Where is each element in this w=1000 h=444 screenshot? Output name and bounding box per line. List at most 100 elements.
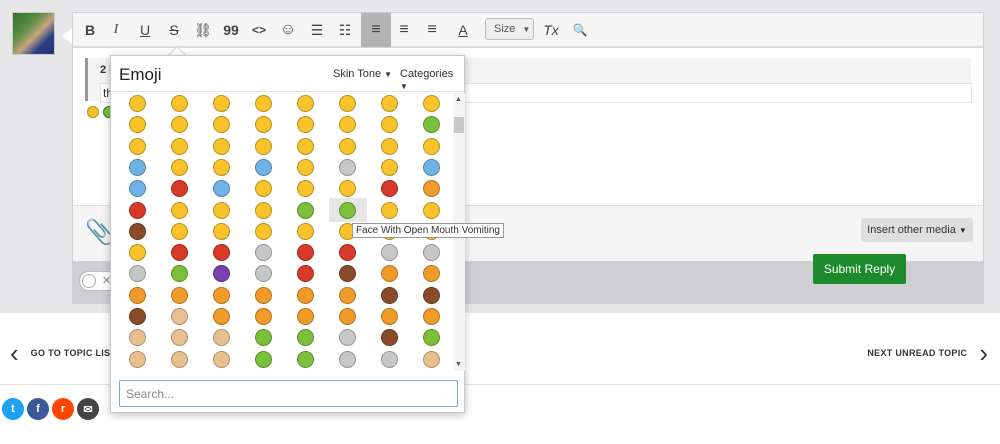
link-icon[interactable]: ⛓ bbox=[190, 18, 216, 42]
emoji-icon[interactable] bbox=[213, 350, 230, 368]
emoji-icon[interactable] bbox=[129, 201, 146, 219]
emoji-icon[interactable] bbox=[129, 158, 146, 176]
emoji-icon[interactable] bbox=[297, 350, 314, 368]
emoji-icon[interactable] bbox=[297, 244, 314, 262]
bold-button[interactable]: B bbox=[77, 18, 103, 42]
skin-tone-dropdown[interactable]: Skin Tone ▼ bbox=[333, 68, 392, 80]
emoji-icon[interactable] bbox=[213, 137, 230, 155]
emoji-icon[interactable] bbox=[171, 329, 188, 347]
emoji-icon[interactable] bbox=[255, 265, 272, 283]
emoji-icon[interactable] bbox=[171, 350, 188, 368]
align-center-icon[interactable]: ≡ bbox=[391, 18, 417, 42]
emoji-icon[interactable] bbox=[339, 95, 356, 112]
emoji-icon[interactable] bbox=[129, 244, 146, 262]
emoji-icon[interactable] bbox=[255, 201, 272, 219]
reddit-share-icon[interactable]: r bbox=[52, 398, 74, 420]
emoji-icon[interactable] bbox=[171, 308, 188, 325]
emoji-icon[interactable] bbox=[213, 286, 230, 304]
emoji-icon[interactable] bbox=[171, 116, 188, 134]
emoji-icon[interactable] bbox=[171, 201, 188, 219]
emoji-icon[interactable] bbox=[255, 244, 272, 262]
emoji-icon[interactable] bbox=[297, 116, 314, 134]
emoji-icon[interactable] bbox=[339, 286, 356, 304]
align-right-icon[interactable]: ≡ bbox=[419, 18, 445, 42]
emoji-icon[interactable] bbox=[339, 137, 356, 155]
emoji-icon[interactable] bbox=[255, 180, 272, 198]
scroll-up-icon[interactable]: ▲ bbox=[455, 96, 462, 103]
emoji-icon[interactable] bbox=[129, 180, 146, 198]
avatar[interactable] bbox=[12, 12, 55, 55]
insert-other-media-button[interactable]: Insert other media ▼ bbox=[861, 218, 973, 242]
emoji-icon[interactable] bbox=[213, 158, 230, 176]
emoji-icon[interactable] bbox=[339, 308, 356, 325]
emoji-icon[interactable] bbox=[129, 222, 146, 240]
emoji-icon[interactable] bbox=[255, 286, 272, 304]
emoji-icon[interactable] bbox=[381, 180, 398, 198]
emoji-icon[interactable] bbox=[381, 329, 398, 347]
emoji-icon[interactable] bbox=[255, 222, 272, 240]
emoji-icon[interactable] bbox=[297, 95, 314, 112]
submit-reply-button[interactable]: Submit Reply bbox=[813, 254, 906, 284]
emoji-icon[interactable] bbox=[213, 201, 230, 219]
emoji-icon[interactable] bbox=[213, 244, 230, 262]
clear-format-icon[interactable]: Tx bbox=[538, 18, 564, 42]
emoji-icon[interactable] bbox=[381, 265, 398, 283]
emoji-icon[interactable] bbox=[255, 308, 272, 325]
emoji-icon[interactable] bbox=[129, 116, 146, 134]
emoji-icon[interactable] bbox=[423, 286, 440, 304]
emoji-icon[interactable] bbox=[171, 244, 188, 262]
emoji-icon[interactable] bbox=[213, 95, 230, 112]
strikethrough-button[interactable]: S bbox=[161, 18, 187, 42]
emoji-icon[interactable] bbox=[423, 95, 440, 112]
emoji-icon[interactable] bbox=[255, 350, 272, 368]
emoji-icon[interactable] bbox=[381, 244, 398, 262]
emoji-icon[interactable] bbox=[423, 158, 440, 176]
emoji-icon[interactable] bbox=[423, 244, 440, 262]
scroll-thumb[interactable] bbox=[454, 117, 464, 133]
emoji-icon[interactable] bbox=[423, 180, 440, 198]
emoji-icon[interactable] bbox=[255, 329, 272, 347]
categories-dropdown[interactable]: Categories ▼ bbox=[400, 68, 464, 92]
emoji-icon[interactable] bbox=[339, 158, 356, 176]
emoji-icon[interactable] bbox=[297, 222, 314, 240]
emoji-icon[interactable] bbox=[171, 286, 188, 304]
emoji-icon[interactable] bbox=[381, 286, 398, 304]
emoji-icon[interactable] bbox=[339, 350, 356, 368]
emoji-icon[interactable] bbox=[423, 350, 440, 368]
font-size-select[interactable]: Size ▼ bbox=[485, 18, 534, 40]
emoji-icon[interactable] bbox=[213, 265, 230, 283]
emoji-icon[interactable] bbox=[255, 95, 272, 112]
emoji-icon[interactable] bbox=[129, 350, 146, 368]
emoji-icon[interactable] bbox=[297, 180, 314, 198]
emoji-icon[interactable] bbox=[129, 308, 146, 325]
numbered-list-icon[interactable]: ☷ bbox=[332, 18, 358, 42]
emoji-icon[interactable] bbox=[255, 137, 272, 155]
emoji-icon[interactable] bbox=[213, 308, 230, 325]
code-icon[interactable]: <> bbox=[246, 18, 272, 42]
emoji-icon[interactable] bbox=[297, 137, 314, 155]
emoji-icon[interactable] bbox=[297, 329, 314, 347]
emoji-icon[interactable] bbox=[339, 201, 356, 219]
emoji-icon[interactable] bbox=[297, 286, 314, 304]
emoji-icon[interactable] bbox=[129, 95, 146, 112]
emoji-icon[interactable] bbox=[255, 158, 272, 176]
emoji-icon[interactable] bbox=[423, 265, 440, 283]
emoji-icon[interactable] bbox=[381, 201, 398, 219]
emoji-icon[interactable] bbox=[381, 158, 398, 176]
emoji-icon[interactable] bbox=[339, 265, 356, 283]
facebook-share-icon[interactable]: f bbox=[27, 398, 49, 420]
emoji-icon[interactable] bbox=[171, 180, 188, 198]
twitter-share-icon[interactable]: t bbox=[2, 398, 24, 420]
text-color-icon[interactable]: A bbox=[450, 18, 476, 42]
emoji-icon[interactable] bbox=[171, 95, 188, 112]
emoji-icon[interactable] bbox=[171, 158, 188, 176]
emoji-icon[interactable] bbox=[213, 116, 230, 134]
email-share-icon[interactable]: ✉ bbox=[77, 398, 99, 420]
emoji-icon[interactable] bbox=[171, 137, 188, 155]
go-to-topic-listing-link[interactable]: ‹ GO TO TOPIC LISTI bbox=[10, 340, 119, 366]
emoji-icon[interactable] bbox=[255, 116, 272, 134]
emoji-icon[interactable] bbox=[381, 137, 398, 155]
emoji-icon[interactable] bbox=[381, 350, 398, 368]
preview-icon[interactable]: 🔍 bbox=[567, 18, 593, 42]
emoji-icon[interactable] bbox=[213, 222, 230, 240]
